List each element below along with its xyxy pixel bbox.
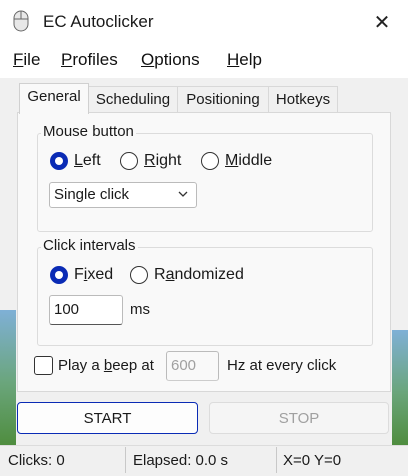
radio-middle[interactable]: Middle xyxy=(201,152,272,170)
radio-middle-text: iddle xyxy=(238,152,273,169)
status-clicks: Clicks: 0 xyxy=(8,452,65,469)
beep-label: Play a beep at xyxy=(58,357,154,374)
menu-options-label: ptions xyxy=(154,50,200,69)
app-window: EC Autoclicker ✕ File Profiles Options H… xyxy=(0,0,408,476)
radio-randomized-pre: R xyxy=(154,266,166,283)
interval-unit-label: ms xyxy=(130,301,150,318)
menu-options[interactable]: Options xyxy=(141,50,200,70)
radio-right-label: Right xyxy=(144,152,181,170)
beep-hz-input[interactable]: 600 xyxy=(166,351,219,381)
window-title: EC Autoclicker xyxy=(43,12,154,31)
click-type-value: Single click xyxy=(54,186,130,203)
menu-file-label: ile xyxy=(23,50,41,69)
beep-label-pre: Play a xyxy=(58,357,104,374)
click-intervals-group-label: Click intervals xyxy=(41,237,138,254)
radio-left-label: Left xyxy=(74,152,101,170)
status-separator-1 xyxy=(125,447,126,473)
title-bar[interactable]: EC Autoclicker ✕ xyxy=(0,0,408,44)
radio-randomized-label: Randomized xyxy=(154,266,244,284)
stop-button[interactable]: STOP xyxy=(209,402,389,434)
radio-right-mnemonic: R xyxy=(144,152,156,169)
desktop-background-right xyxy=(392,330,408,445)
menu-help-label: elp xyxy=(239,50,262,69)
menu-file[interactable]: File xyxy=(13,50,40,70)
radio-right-circle xyxy=(120,152,138,170)
radio-randomized[interactable]: Randomized xyxy=(130,266,244,284)
radio-middle-label: Middle xyxy=(225,152,272,170)
beep-label-mnemonic: b xyxy=(103,357,113,374)
radio-right[interactable]: Right xyxy=(120,152,181,170)
desktop-background-left xyxy=(0,310,16,445)
mouse-icon xyxy=(13,10,29,32)
status-elapsed: Elapsed: 0.0 s xyxy=(133,452,229,469)
radio-fixed[interactable]: Fixed xyxy=(50,266,113,284)
radio-middle-circle xyxy=(201,152,219,170)
radio-fixed-pre: F xyxy=(74,266,84,283)
beep-suffix: Hz at every click xyxy=(227,357,337,374)
radio-middle-mnemonic: M xyxy=(225,152,239,169)
menu-file-mnemonic: F xyxy=(13,50,24,69)
general-tab-panel: Mouse button Left Right Middle Click int… xyxy=(17,112,391,392)
tab-general[interactable]: General xyxy=(19,83,89,114)
beep-label-text: eep at xyxy=(112,357,154,374)
start-button[interactable]: START xyxy=(17,402,198,434)
chevron-down-icon xyxy=(178,191,188,197)
click-type-select[interactable]: Single click xyxy=(49,182,197,208)
radio-fixed-text: xed xyxy=(87,266,114,283)
radio-fixed-label: Fixed xyxy=(74,266,113,284)
menu-options-mnemonic: O xyxy=(141,50,155,69)
radio-left[interactable]: Left xyxy=(50,152,101,170)
radio-randomized-text: ndomized xyxy=(174,266,244,283)
tab-positioning[interactable]: Positioning xyxy=(177,86,269,113)
radio-left-text: eft xyxy=(82,152,101,169)
close-icon[interactable]: ✕ xyxy=(362,6,402,38)
mouse-button-group-label: Mouse button xyxy=(41,123,136,140)
radio-fixed-circle xyxy=(50,266,68,284)
tab-hotkeys[interactable]: Hotkeys xyxy=(268,86,338,113)
radio-right-text: ight xyxy=(155,152,182,169)
menu-profiles[interactable]: Profiles xyxy=(61,50,118,70)
radio-randomized-circle xyxy=(130,266,148,284)
interval-input[interactable]: 100 xyxy=(49,295,123,325)
beep-checkbox[interactable] xyxy=(34,356,53,375)
menu-help[interactable]: Help xyxy=(227,50,262,70)
menu-help-mnemonic: H xyxy=(227,50,240,69)
radio-left-mnemonic: L xyxy=(74,152,83,169)
radio-left-circle xyxy=(50,152,68,170)
status-separator-2 xyxy=(276,447,277,473)
menu-profiles-label: rofiles xyxy=(72,50,118,69)
tab-scheduling[interactable]: Scheduling xyxy=(88,86,178,113)
status-coords: X=0 Y=0 xyxy=(283,452,342,469)
menu-profiles-mnemonic: P xyxy=(61,50,73,69)
